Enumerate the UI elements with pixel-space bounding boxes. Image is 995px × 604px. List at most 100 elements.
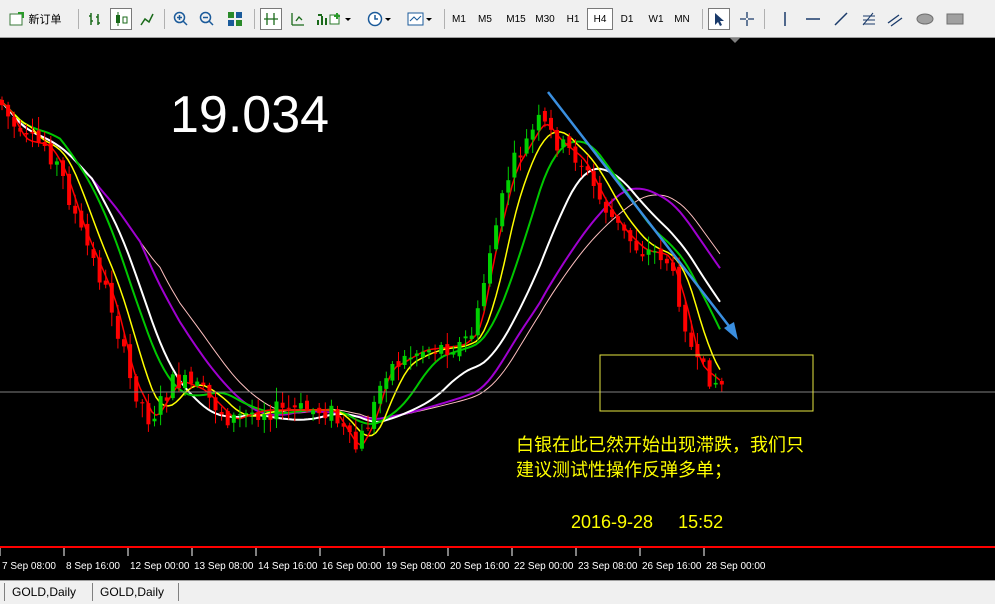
x-tick-label: 23 Sep 08:00 [578,561,638,572]
period-separator-icon [264,13,278,25]
crosshair-button[interactable] [736,8,758,30]
line-chart-icon [140,13,154,26]
candle-body [390,364,395,381]
line-chart-button[interactable] [136,8,158,30]
ma-yellow-line [0,99,721,437]
period-separator-button[interactable] [260,8,282,30]
toolbar-separator [764,9,765,29]
tile-windows-button[interactable] [224,8,246,30]
candle-body [701,358,706,362]
candle-body [30,131,35,134]
candle-body [445,344,450,356]
horizontal-line-button[interactable] [802,8,824,30]
indicators-button[interactable] [322,8,358,30]
templates-button[interactable] [402,8,438,30]
candle-body [73,205,78,214]
candle-body [683,304,688,332]
timestamp-label: 2016-9-28 15:52 [571,512,723,532]
new-order-label: 新订单 [28,14,62,26]
clock-button[interactable] [362,8,398,30]
trendline[interactable] [547,91,733,331]
toolbar-separator [164,9,165,29]
zoom-in-button[interactable] [170,8,192,30]
timeframe-d1[interactable]: D1 [614,8,640,30]
toolbar-separator [78,9,79,29]
x-tick-label: 8 Sep 16:00 [66,561,120,572]
candle-body [616,216,621,223]
consolidation-box[interactable] [599,354,814,412]
candle-body [97,257,102,283]
fibonacci-button[interactable] [858,8,880,30]
candle-body [475,308,480,336]
timeframe-h1[interactable]: H1 [560,8,586,30]
candle-body [311,410,316,415]
candle-body [286,407,291,409]
candle-body [103,280,108,285]
candle-body [353,431,358,450]
candle-body [719,380,724,385]
candle-body [500,193,505,227]
price-chart[interactable]: 19.034 白银在此已然开始出现滞跌，我们只 建议测试性操作反弹多单； 201… [0,38,995,580]
candlestick-button[interactable] [110,8,132,30]
candle-body [122,339,126,347]
candle-body [341,423,346,427]
timeframe-m1[interactable]: M1 [446,8,472,30]
ellipse-button[interactable] [912,8,938,30]
note-line-2: 建议测试性操作反弹多单； [516,460,732,481]
candle-body [603,201,608,213]
candle-body [372,401,377,429]
toolbar: 新订单 M1 M5 M15 M30 H1 H4 D1 W1 MN [0,0,995,38]
candle-body [164,397,169,401]
candle-body [170,374,175,399]
candle-body [366,427,370,429]
rectangle-button[interactable] [942,8,968,30]
vertical-line-button[interactable] [774,8,796,30]
tab-gold-daily-2[interactable]: GOLD,Daily [100,583,164,601]
trendline-button[interactable] [830,8,852,30]
candle-body [347,425,352,433]
new-order-button[interactable]: 新订单 [4,8,66,30]
candle-body [292,405,297,408]
x-tick-label: 22 Sep 00:00 [514,561,574,572]
ma-red-line [0,99,721,446]
candle-body [433,352,438,354]
candle-body [579,165,584,167]
toolbar-row: 新订单 M1 M5 M15 M30 H1 H4 D1 W1 MN [0,6,995,32]
grid-button[interactable] [286,8,308,30]
timeframe-m30[interactable]: M30 [531,8,559,30]
candle-body [658,248,663,261]
bar-chart-button[interactable] [84,8,106,30]
tab-divider [0,583,5,601]
tab-gold-daily-1[interactable]: GOLD,Daily [12,583,76,601]
cursor-button[interactable] [708,8,730,30]
candle-body [622,224,627,231]
tab-divider [88,583,93,601]
candle-body [268,414,273,420]
tile-windows-icon [228,12,242,26]
candle-body [12,117,17,127]
timeframe-mn[interactable]: MN [669,8,695,30]
zoom-out-button[interactable] [196,8,218,30]
timeframe-m5[interactable]: M5 [472,8,498,30]
candle-body [91,249,96,258]
chart-shift-marker [730,38,740,43]
x-tick-label: 13 Sep 08:00 [194,561,254,572]
toolbar-separator [254,9,255,29]
candle-body [323,411,328,419]
candle-body [396,361,401,367]
toolbar-separator [702,9,703,29]
candle-body [378,385,383,404]
zoom-in-icon [173,11,188,26]
candlestick-icon [116,12,128,26]
candle-body [256,412,261,420]
timeframe-h4[interactable]: H4 [587,8,613,30]
timeframe-m15[interactable]: M15 [502,8,530,30]
crosshair-icon [740,12,754,26]
candle-body [524,138,529,154]
candle-body [152,418,157,422]
candle-body [664,258,669,264]
candle-body [671,262,675,271]
timeframe-w1[interactable]: W1 [643,8,669,30]
channel-button[interactable] [884,8,906,30]
candle-body [414,353,419,356]
